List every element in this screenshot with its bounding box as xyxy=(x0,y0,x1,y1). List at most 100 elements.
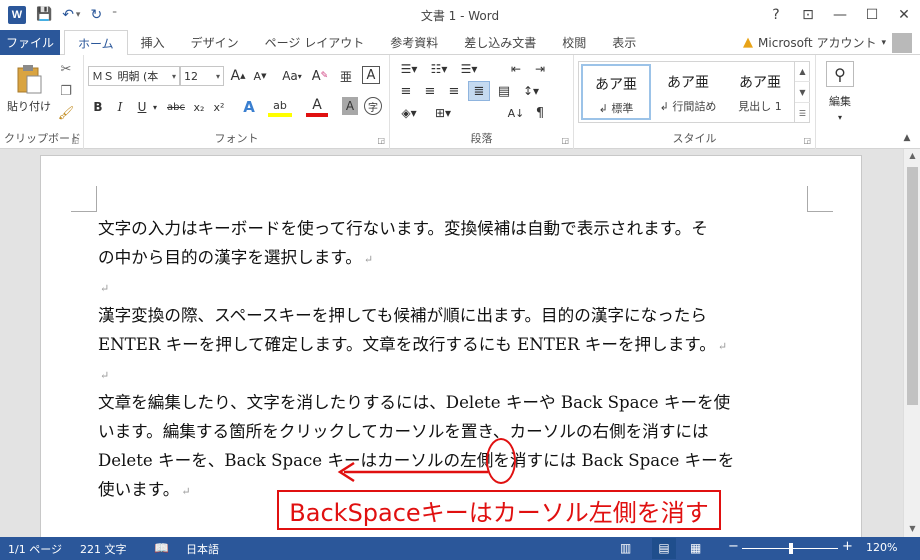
collapse-ribbon-icon[interactable]: ▲ xyxy=(900,131,914,145)
paste-label: 貼り付け xyxy=(7,100,51,113)
restore-button[interactable]: ☐ xyxy=(856,0,888,30)
bold-button[interactable]: B xyxy=(88,97,108,117)
account-menu-icon: ▾ xyxy=(881,37,886,48)
language-indicator[interactable]: 日本語 xyxy=(186,541,219,557)
style-normal[interactable]: あア亜 ↲ 標準 xyxy=(581,64,651,120)
scroll-thumb[interactable] xyxy=(907,167,918,405)
paragraph-launcher-icon[interactable]: ◲ xyxy=(561,136,569,145)
tab-home[interactable]: ホーム xyxy=(64,30,128,56)
shading-icon[interactable]: ◈▾ xyxy=(396,103,422,123)
tab-mailings[interactable]: 差し込み文書 xyxy=(451,30,549,55)
format-painter-icon[interactable]: 🖌 xyxy=(56,103,76,123)
shrink-font-button[interactable]: A ▼ xyxy=(250,66,270,86)
justify-icon[interactable]: ≣ xyxy=(468,81,490,101)
font-launcher-icon[interactable]: ◲ xyxy=(377,136,385,145)
customize-qat-icon[interactable]: ⁼ xyxy=(112,4,117,26)
tab-insert[interactable]: 挿入 xyxy=(128,30,178,55)
zoom-out-button[interactable]: − xyxy=(728,539,739,554)
doc-line: います。編集する箇所をクリックしてカーソルを置き、カーソルの右側を消すには xyxy=(98,417,810,446)
print-layout-icon[interactable]: ▤ xyxy=(652,538,676,559)
multilevel-list-icon[interactable]: ☰▾ xyxy=(456,59,482,79)
ribbon-display-button[interactable]: ⊡ xyxy=(792,0,824,30)
vertical-scrollbar[interactable]: ▲ ▼ xyxy=(903,149,920,537)
style-normal-name: ↲ 標準 xyxy=(598,102,634,115)
tab-review[interactable]: 校閲 xyxy=(549,30,599,55)
tab-page-layout[interactable]: ページ レイアウト xyxy=(252,30,378,55)
text-effects-button[interactable]: A xyxy=(238,97,260,117)
underline-button[interactable]: U xyxy=(132,97,152,117)
clipboard-launcher-icon[interactable]: ◲ xyxy=(71,136,79,145)
highlight-button[interactable]: ab xyxy=(268,97,292,117)
decrease-indent-icon[interactable]: ⇤ xyxy=(506,59,526,79)
group-font: ＭＳ 明朝 (本 ▾ 12 ▾ A ▲ A ▼ Aa ▾ A ✎ 亜 A B I U ▾ a… xyxy=(84,55,390,149)
word-count[interactable]: 221 文字 xyxy=(80,541,127,557)
clear-formatting-button[interactable]: A ✎ xyxy=(310,66,330,86)
avatar[interactable] xyxy=(892,33,912,53)
font-color-button[interactable]: A xyxy=(306,97,328,117)
ribbon-tabs: ホーム 挿入 デザイン ページ レイアウト 参考資料 差し込み文書 校閲 表示 xyxy=(64,30,649,56)
sort-icon[interactable]: A↓ xyxy=(506,103,526,123)
editing-menu-icon[interactable]: ▾ xyxy=(832,111,848,123)
line-spacing-icon[interactable]: ↕▾ xyxy=(518,81,544,101)
distributed-icon[interactable]: ▤ xyxy=(494,81,514,101)
enclose-characters-button[interactable]: 字 xyxy=(364,97,382,115)
align-left-icon[interactable]: ≡ xyxy=(396,81,416,101)
tab-view[interactable]: 表示 xyxy=(599,30,649,55)
subscript-button[interactable]: x₂ xyxy=(190,97,208,117)
copy-icon[interactable]: ❐ xyxy=(56,81,76,101)
editing-button[interactable]: ⚲ 編集 xyxy=(824,61,856,109)
font-name-combo[interactable]: ＭＳ 明朝 (本 ▾ xyxy=(88,66,180,86)
gallery-more-icon[interactable]: ☰ xyxy=(795,103,810,123)
borders-icon[interactable]: ⊞▾ xyxy=(430,103,456,123)
account-area[interactable]: ▲ Microsoft アカウント ▾ xyxy=(743,34,886,51)
undo-icon[interactable]: ↶ xyxy=(62,4,74,26)
change-case-button[interactable]: Aa ▾ xyxy=(278,66,306,86)
zoom-level[interactable]: 120% xyxy=(866,541,897,554)
read-mode-icon[interactable]: ▥ xyxy=(620,541,631,555)
paste-button[interactable]: 貼り付け xyxy=(6,61,52,117)
scroll-down-icon[interactable]: ▼ xyxy=(904,524,920,533)
doc-line: 文章を編集したり、文字を消したりするには、Delete キーや Back Spa… xyxy=(98,388,810,417)
style-heading-1[interactable]: あア亜 見出し 1 xyxy=(725,64,795,120)
underline-menu-icon[interactable]: ▾ xyxy=(150,97,160,117)
cut-icon[interactable]: ✂ xyxy=(56,59,76,79)
gallery-up-icon[interactable]: ▲ xyxy=(795,61,810,82)
minimize-button[interactable]: — xyxy=(824,0,856,30)
scroll-up-icon[interactable]: ▲ xyxy=(904,151,920,160)
word-app-icon[interactable]: W xyxy=(8,6,26,24)
show-marks-icon[interactable]: ¶ xyxy=(530,103,550,123)
tab-design[interactable]: デザイン xyxy=(178,30,252,55)
redo-icon[interactable]: ↻ xyxy=(90,4,102,26)
document-page[interactable]: 文字の入力はキーボードを使って行ないます。変換候補は自動で表示されます。そ の中… xyxy=(40,155,862,545)
strikethrough-button[interactable]: abc xyxy=(164,97,188,117)
doc-line-text: の中から目的の漢字を選択します。 xyxy=(98,248,362,267)
undo-menu-icon[interactable]: ▾ xyxy=(76,4,81,26)
page-count[interactable]: 1/1 ページ xyxy=(8,541,62,557)
proofing-icon[interactable]: 📖 xyxy=(154,541,169,555)
grow-font-button[interactable]: A ▲ xyxy=(228,66,248,86)
numbering-icon[interactable]: ☷▾ xyxy=(426,59,452,79)
character-shading-button[interactable]: A xyxy=(342,97,358,115)
align-center-icon[interactable]: ≡ xyxy=(420,81,440,101)
style-no-spacing[interactable]: あア亜 ↲ 行間詰め xyxy=(653,64,723,120)
increase-indent-icon[interactable]: ⇥ xyxy=(530,59,550,79)
doc-line-text: 漢字変換の際、スペースキーを押しても候補が順に出ます。目的の漢字になったら xyxy=(98,306,707,325)
gallery-down-icon[interactable]: ▼ xyxy=(795,82,810,103)
italic-button[interactable]: I xyxy=(110,97,130,117)
phonetic-guide-button[interactable]: 亜 xyxy=(336,66,356,86)
close-button[interactable]: ✕ xyxy=(888,0,920,30)
font-size-combo[interactable]: 12 ▾ xyxy=(180,66,224,86)
save-icon[interactable]: 💾 xyxy=(36,4,52,26)
zoom-slider-thumb[interactable] xyxy=(789,543,793,554)
bullets-icon[interactable]: ☰▾ xyxy=(396,59,422,79)
superscript-button[interactable]: x² xyxy=(210,97,228,117)
styles-launcher-icon[interactable]: ◲ xyxy=(803,136,811,145)
align-right-icon[interactable]: ≡ xyxy=(444,81,464,101)
help-button[interactable]: ? xyxy=(760,0,792,30)
style-normal-sample: あア亜 xyxy=(595,77,637,93)
tab-references[interactable]: 参考資料 xyxy=(377,30,451,55)
tab-file[interactable]: ファイル xyxy=(0,30,60,55)
zoom-in-button[interactable]: + xyxy=(842,539,853,554)
character-border-button[interactable]: A xyxy=(362,66,380,84)
web-layout-icon[interactable]: ▦ xyxy=(690,541,701,555)
